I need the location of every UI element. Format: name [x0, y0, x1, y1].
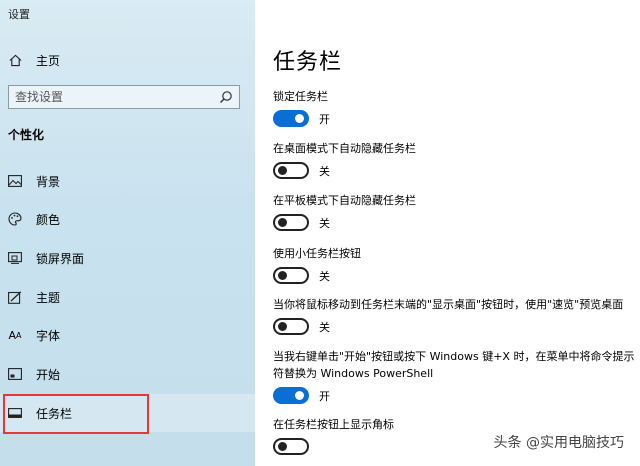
palette-icon: [8, 212, 22, 226]
lock-taskbar-toggle[interactable]: [273, 110, 309, 127]
search-box[interactable]: [8, 85, 240, 109]
powershell-toggle[interactable]: [273, 387, 309, 404]
sidebar-item-label: 主题: [36, 290, 61, 305]
toggle-state: 关: [319, 216, 330, 230]
badges-toggle[interactable]: [273, 438, 309, 455]
setting-peek: 当你将鼠标移动到任务栏末端的"显示桌面"按钮时，使用"速览"预览桌面 关: [273, 296, 638, 335]
sidebar-item-label: 开始: [36, 367, 61, 382]
setting-label: 在平板模式下自动隐藏任务栏: [273, 194, 416, 207]
small-buttons-toggle[interactable]: [273, 267, 309, 284]
section-title: 个性化: [8, 128, 45, 142]
setting-autohide-desktop: 在桌面模式下自动隐藏任务栏 关: [273, 140, 638, 179]
theme-icon: [8, 290, 22, 304]
sidebar-item-label: 字体: [36, 328, 61, 343]
setting-label: 锁定任务栏: [273, 90, 328, 103]
sidebar-item-start[interactable]: 开始: [0, 355, 255, 393]
sidebar-item-colors[interactable]: 颜色: [0, 200, 255, 238]
start-icon: [8, 367, 22, 381]
sidebar-item-lockscreen[interactable]: 锁屏界面: [0, 239, 255, 277]
main-panel: 任务栏 锁定任务栏 开 在桌面模式下自动隐藏任务栏 关 在平板模式下自动隐藏任务…: [255, 0, 640, 466]
image-icon: [8, 174, 22, 188]
sidebar-item-themes[interactable]: 主题: [0, 278, 255, 316]
lockscreen-icon: [8, 251, 22, 265]
highlight-box: [3, 394, 149, 434]
sidebar: 设置 主页 个性化 背景 颜色 锁屏界面 主题: [0, 0, 255, 466]
setting-label: 当我右键单击"开始"按钮或按下 Windows 键+X 时，在菜单中将命令提示符…: [273, 350, 635, 380]
page-title: 任务栏: [273, 50, 343, 75]
toggle-state: 关: [319, 269, 330, 283]
font-icon: AA: [8, 328, 22, 342]
setting-label: 在桌面模式下自动隐藏任务栏: [273, 142, 416, 155]
sidebar-item-fonts[interactable]: AA 字体: [0, 316, 255, 354]
toggle-state: 开: [319, 112, 330, 126]
toggle-state: 关: [319, 164, 330, 178]
setting-small-buttons: 使用小任务栏按钮 关: [273, 245, 638, 284]
sidebar-item-label: 背景: [36, 174, 61, 189]
sidebar-item-label: 锁屏界面: [36, 251, 85, 266]
search-icon[interactable]: [219, 90, 233, 104]
watermark: 头条 @实用电脑技巧: [493, 435, 624, 451]
autohide-desktop-toggle[interactable]: [273, 162, 309, 179]
sidebar-item-background[interactable]: 背景: [0, 162, 255, 200]
setting-label: 当你将鼠标移动到任务栏末端的"显示桌面"按钮时，使用"速览"预览桌面: [273, 298, 624, 311]
sidebar-home[interactable]: 主页: [8, 50, 60, 70]
setting-label: 使用小任务栏按钮: [273, 247, 361, 260]
peek-toggle[interactable]: [273, 318, 309, 335]
search-input[interactable]: [15, 90, 219, 104]
setting-label: 在任务栏按钮上显示角标: [273, 418, 394, 431]
toggle-state: 关: [319, 320, 330, 334]
sidebar-item-label: 颜色: [36, 212, 61, 227]
setting-lock-taskbar: 锁定任务栏 开: [273, 88, 638, 127]
sidebar-home-label: 主页: [36, 53, 61, 68]
toggle-state: 开: [319, 389, 330, 403]
window-title: 设置: [8, 8, 30, 21]
setting-autohide-tablet: 在平板模式下自动隐藏任务栏 关: [273, 192, 638, 231]
home-icon: [8, 53, 22, 67]
setting-powershell: 当我右键单击"开始"按钮或按下 Windows 键+X 时，在菜单中将命令提示符…: [273, 348, 638, 404]
autohide-tablet-toggle[interactable]: [273, 214, 309, 231]
